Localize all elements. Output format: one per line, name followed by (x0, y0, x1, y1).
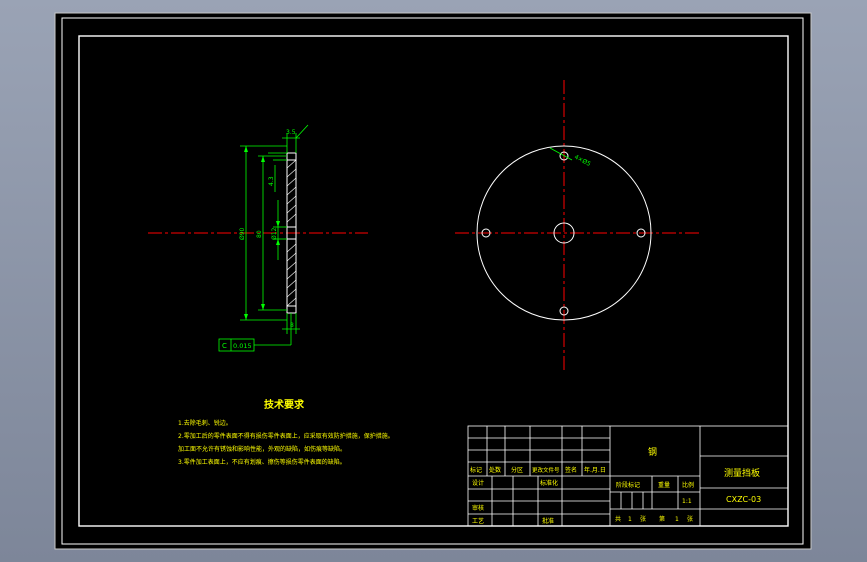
dim-small-height-label: 4.3 (268, 176, 275, 186)
tb-material: 钢 (648, 446, 657, 458)
tb-scale-label: 比例 (682, 481, 694, 489)
flatness-value: 0.015 (233, 342, 252, 350)
dim-top-label: 3.5 (286, 129, 296, 136)
tech-req-line-1: 1.去除毛刺、锐边。 (178, 419, 232, 427)
tb-count: 处数 (489, 466, 501, 474)
drawing-canvas (54, 12, 812, 550)
tb-change-doc: 更改文件号 (532, 466, 560, 474)
tb-stage: 阶段标记 (616, 481, 640, 489)
dim-outer-diameter-label: Ø90 (239, 227, 246, 240)
tb-review: 审核 (472, 504, 484, 512)
tech-req-line-2: 2.零加工后的零件表面不得有损伤零件表面上，应采取有效防护措施，保护措施。 (178, 432, 394, 440)
dim-bolt-circle-label: 80 (256, 230, 263, 238)
tech-req-line-3: 加工面不允许有锈蚀和影响性能，外观的缺陷，如伤痕等缺陷。 (178, 445, 346, 453)
flatness-symbol: C (222, 342, 227, 350)
tb-sheet-no-unit: 张 (687, 515, 693, 523)
tb-zone: 分区 (511, 466, 523, 474)
tb-total-value: 1 (628, 516, 632, 523)
dim-center-hole-label: Ø12 (271, 227, 278, 240)
tech-req-line-4: 3.零件加工表面上，不应有划痕、擦伤等损伤零件表面的缺陷。 (178, 458, 346, 466)
tb-sheet-no-label: 第 (659, 515, 665, 523)
cad-drawing: 3.5 8 Ø90 80 Ø12 4.3 C 0.015 4×Ø5 技术要求 1… (54, 12, 812, 550)
tb-drawing-number: CXZC-03 (726, 495, 761, 504)
tb-design: 设计 (472, 479, 484, 487)
tb-scale-value: 1:1 (682, 498, 692, 505)
dim-bottom-label: 8 (290, 322, 294, 329)
tb-part-name: 测量挡板 (724, 467, 760, 479)
tb-process: 工艺 (472, 517, 484, 525)
tech-requirements-title: 技术要求 (264, 398, 305, 411)
tb-date: 年.月.日 (584, 466, 606, 474)
tb-total-unit: 张 (640, 515, 646, 523)
tb-mark: 标记 (470, 466, 482, 474)
tb-approve: 批准 (542, 517, 554, 525)
tb-weight: 重量 (658, 481, 670, 489)
tb-sheet-no-value: 1 (675, 516, 679, 523)
tb-standard: 标准化 (540, 479, 558, 487)
tb-total-label: 共 (615, 515, 621, 523)
tb-sign: 签名 (565, 466, 577, 474)
